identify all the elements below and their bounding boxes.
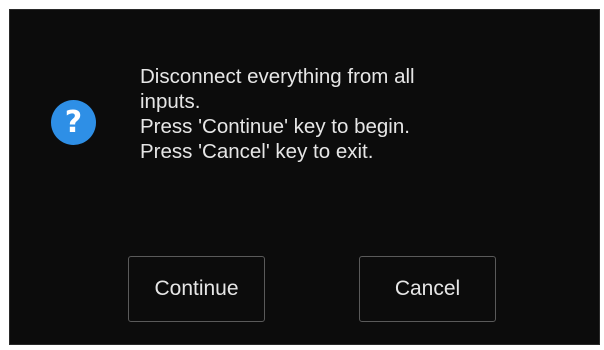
dialog-message: Disconnect everything from all inputs. P… xyxy=(140,64,560,164)
question-icon: ? xyxy=(51,100,96,145)
message-line: Disconnect everything from all xyxy=(140,65,415,88)
message-line: Press 'Continue' key to begin. xyxy=(140,115,410,138)
continue-button[interactable]: Continue xyxy=(128,256,265,322)
message-line: inputs. xyxy=(140,90,201,113)
cancel-button[interactable]: Cancel xyxy=(359,256,496,322)
message-line: Press 'Cancel' key to exit. xyxy=(140,140,374,163)
confirmation-dialog: ? Disconnect everything from all inputs.… xyxy=(9,9,600,345)
